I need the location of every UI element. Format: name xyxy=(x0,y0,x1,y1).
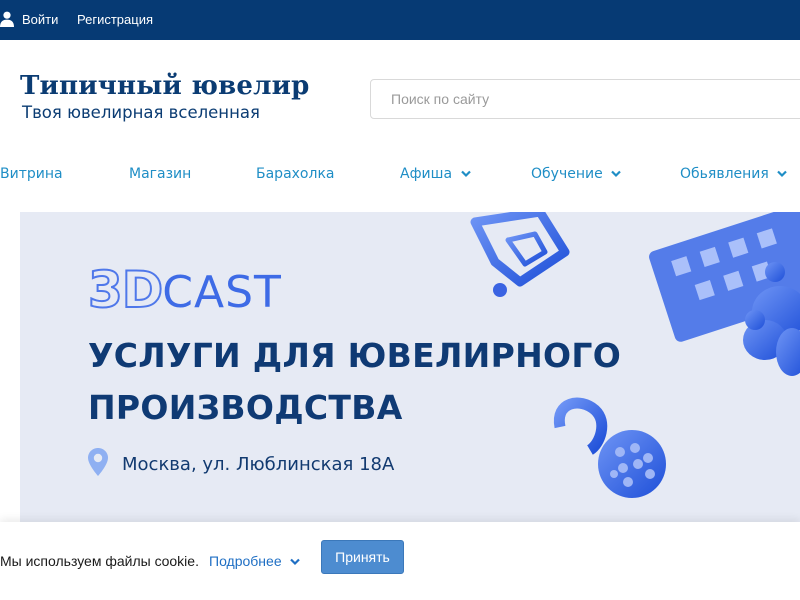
chevron-down-icon xyxy=(777,170,788,178)
cookie-more-label: Подробнее xyxy=(209,553,282,569)
site-title[interactable]: Типичный ювелир xyxy=(20,68,309,104)
nav-item-shop[interactable]: Магазин xyxy=(129,158,191,190)
nav-item-flea-market[interactable]: Барахолка xyxy=(256,158,334,190)
main-nav: Витрина Магазин Барахолка Афиша Обучение… xyxy=(0,158,800,190)
brand-3d-text: 3D xyxy=(87,261,164,319)
search-input[interactable] xyxy=(370,79,800,119)
nav-item-vitrina[interactable]: Витрина xyxy=(0,158,63,190)
accept-cookies-button[interactable]: Принять xyxy=(321,540,404,574)
nav-item-education[interactable]: Обучение xyxy=(531,158,621,190)
login-link[interactable]: Войти xyxy=(22,12,58,28)
register-link[interactable]: Регистрация xyxy=(77,12,153,28)
top-bar: Войти Регистрация xyxy=(0,0,800,40)
cookie-more-link[interactable]: Подробнее xyxy=(209,552,300,570)
chevron-down-icon xyxy=(460,170,471,178)
nav-item-label: Обучение xyxy=(531,166,603,182)
brand-cast-text: CAST xyxy=(162,267,282,318)
chevron-down-icon xyxy=(611,170,621,178)
user-icon xyxy=(0,11,14,27)
brand-logo: 3DCAST xyxy=(87,261,282,319)
banner-headline-line2: ПРОИЗВОДСТВА xyxy=(88,388,403,427)
banner-headline-line1: УСЛУГИ ДЛЯ ЮВЕЛИРНОГО xyxy=(88,336,622,375)
cookie-message: Мы используем файлы cookie. xyxy=(0,553,199,569)
cookie-consent-bar: Мы используем файлы cookie. Подробнее Пр… xyxy=(0,522,800,600)
nav-item-events[interactable]: Афиша xyxy=(400,158,471,190)
nav-item-label: Магазин xyxy=(129,166,192,182)
nav-item-label: Витрина xyxy=(0,166,63,182)
map-pin-icon xyxy=(88,448,108,476)
nav-item-label: Афиша xyxy=(400,166,453,182)
promo-banner[interactable]: 3DCAST УСЛУГИ ДЛЯ ЮВЕЛИРНОГО ПРОИЗВОДСТВ… xyxy=(20,212,800,532)
chevron-down-icon xyxy=(289,559,300,566)
site-tagline: Твоя ювелирная вселенная xyxy=(22,103,260,122)
banner-address: Москва, ул. Люблинская 18А xyxy=(122,454,395,475)
nav-item-label: Барахолка xyxy=(256,166,335,182)
nav-item-label: Обьявления xyxy=(680,166,769,182)
nav-item-ads[interactable]: Обьявления xyxy=(680,158,788,190)
